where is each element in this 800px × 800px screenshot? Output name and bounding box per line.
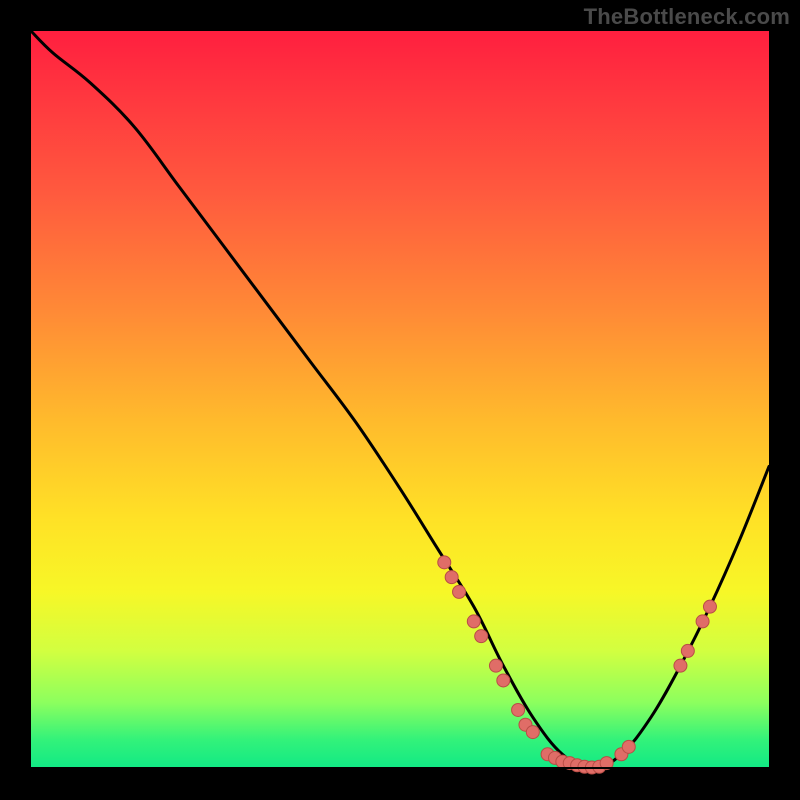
curve-marker bbox=[438, 556, 451, 569]
curve-marker bbox=[681, 644, 694, 657]
curve-marker bbox=[467, 615, 480, 628]
curve-marker bbox=[696, 615, 709, 628]
curve-markers bbox=[438, 556, 717, 774]
curve-marker bbox=[453, 585, 466, 598]
curve-marker bbox=[703, 600, 716, 613]
curve-marker bbox=[622, 740, 635, 753]
curve-marker bbox=[526, 726, 539, 739]
curve-marker bbox=[475, 630, 488, 643]
curve-svg bbox=[31, 31, 769, 769]
curve-marker bbox=[674, 659, 687, 672]
bottleneck-curve-line bbox=[31, 31, 769, 769]
chart-frame: TheBottleneck.com bbox=[0, 0, 800, 800]
curve-marker bbox=[489, 659, 502, 672]
curve-marker bbox=[445, 571, 458, 584]
plot-bottom-band bbox=[31, 767, 769, 769]
watermark-text: TheBottleneck.com bbox=[584, 4, 790, 30]
curve-marker bbox=[512, 703, 525, 716]
curve-marker bbox=[497, 674, 510, 687]
plot-area bbox=[31, 31, 769, 769]
